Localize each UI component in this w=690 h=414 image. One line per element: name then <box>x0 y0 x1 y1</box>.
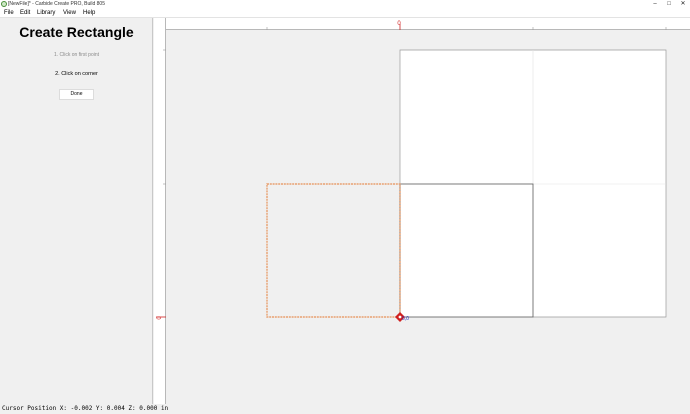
horizontal-ruler-ticks <box>266 27 667 30</box>
design-canvas[interactable]: 0 0 0,0 <box>0 0 690 414</box>
origin-label: 0,0 <box>402 316 409 322</box>
vertical-ruler-ticks <box>163 49 166 185</box>
new-rectangle-preview <box>266 183 401 318</box>
h-ruler-zero-label: 0 <box>397 21 401 27</box>
cursor-position-readout: Cursor Position X: -0.002 Y: 0.004 Z: 0.… <box>2 405 169 412</box>
stock-lower-center <box>400 184 533 317</box>
v-ruler-zero-label: 0 <box>157 316 163 320</box>
status-bar: Cursor Position X: -0.002 Y: 0.004 Z: 0.… <box>0 404 690 414</box>
stock-lower-right <box>533 184 666 317</box>
